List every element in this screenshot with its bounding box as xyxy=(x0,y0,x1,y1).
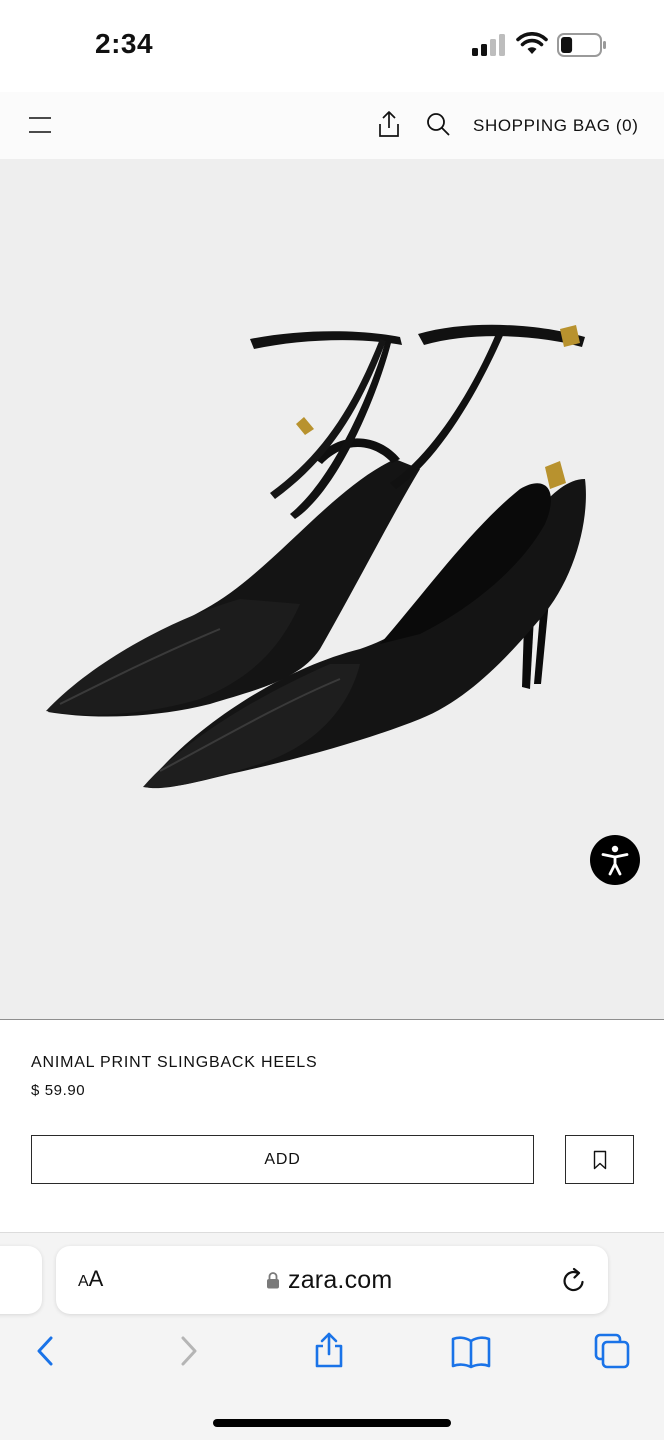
accessibility-icon xyxy=(601,845,629,876)
bookmark-button[interactable] xyxy=(565,1135,634,1184)
status-bar: 2:34 xyxy=(0,0,664,92)
home-indicator xyxy=(213,1419,451,1427)
product-price: $ 59.90 xyxy=(31,1082,86,1099)
reload-icon[interactable] xyxy=(561,1266,587,1294)
url-text: zara.com xyxy=(288,1265,393,1294)
previous-tab-card[interactable] xyxy=(0,1246,42,1314)
url-display[interactable]: zara.com xyxy=(266,1265,392,1295)
text-size-button[interactable]: AA xyxy=(78,1266,103,1292)
bookmark-icon xyxy=(593,1150,606,1169)
menu-icon[interactable] xyxy=(28,114,52,136)
browser-toolbar: AA zara.com xyxy=(0,1232,664,1440)
back-icon[interactable] xyxy=(34,1335,56,1367)
bookmarks-icon[interactable] xyxy=(451,1335,491,1369)
share-icon[interactable] xyxy=(313,1332,345,1368)
accessibility-button[interactable] xyxy=(590,835,640,885)
search-icon[interactable] xyxy=(426,112,450,136)
slingback-heels-image xyxy=(46,324,586,789)
lock-icon xyxy=(267,1272,279,1289)
forward-icon[interactable] xyxy=(178,1335,200,1367)
app-header: SHOPPING BAG (0) xyxy=(0,92,664,159)
battery-icon xyxy=(557,33,606,57)
tabs-icon[interactable] xyxy=(594,1333,630,1369)
wifi-icon xyxy=(516,32,548,54)
status-time: 2:34 xyxy=(95,28,154,59)
address-bar[interactable]: AA zara.com xyxy=(56,1246,608,1314)
text-size-large-a: A xyxy=(88,1266,104,1291)
share-icon[interactable] xyxy=(376,110,402,138)
cellular-signal-icon xyxy=(472,34,505,56)
product-image[interactable] xyxy=(0,159,664,1020)
product-name: ANIMAL PRINT SLINGBACK HEELS xyxy=(31,1054,318,1071)
text-size-small-a: A xyxy=(78,1273,89,1290)
add-to-bag-button[interactable]: ADD xyxy=(31,1135,534,1184)
shopping-bag-link[interactable]: SHOPPING BAG (0) xyxy=(473,116,638,136)
